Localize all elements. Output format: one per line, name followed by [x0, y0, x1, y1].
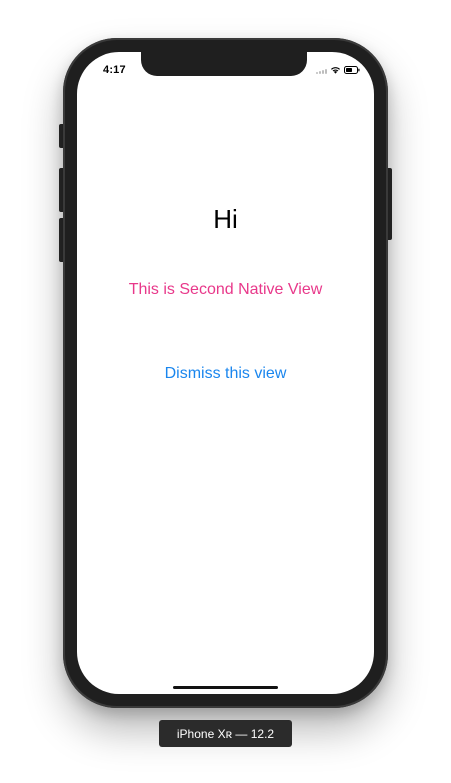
status-indicators [316, 65, 360, 75]
dismiss-view-button[interactable]: Dismiss this view [155, 365, 296, 383]
home-indicator[interactable] [173, 686, 278, 689]
status-time: 4:17 [103, 64, 126, 76]
notch [141, 52, 307, 76]
signal-icon [316, 66, 327, 74]
simulator-device-label: iPhone Xʀ — 12.2 [159, 720, 292, 747]
device-frame: 4:17 Hi This is Second Native View Dismi… [63, 38, 388, 708]
greeting-heading: Hi [213, 204, 238, 234]
wifi-icon [330, 66, 341, 74]
second-native-view-label: This is Second Native View [128, 281, 323, 298]
simulator-window: 4:17 Hi This is Second Native View Dismi… [0, 0, 451, 783]
device-screen: 4:17 Hi This is Second Native View Dismi… [77, 52, 374, 694]
battery-icon [344, 66, 360, 74]
